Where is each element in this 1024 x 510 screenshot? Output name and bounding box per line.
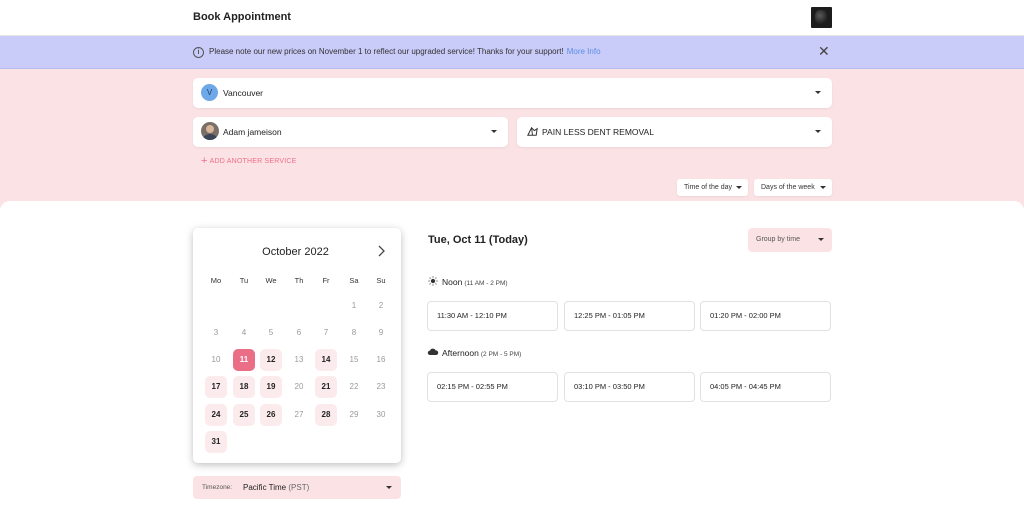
days-of-week-label: Days of the week bbox=[761, 184, 815, 191]
plus-icon: + bbox=[201, 155, 208, 167]
service-icon bbox=[527, 126, 538, 136]
calendar-day-unavailable: 9 bbox=[378, 328, 384, 337]
time-of-day-label: Time of the day bbox=[684, 184, 732, 191]
calendar-day-unavailable: 5 bbox=[268, 328, 274, 337]
period-header-noon: Noon (11 AM - 2 PM) bbox=[427, 276, 508, 287]
weekday-label: Th bbox=[294, 276, 304, 285]
location-initial-icon: V bbox=[201, 84, 218, 101]
chevron-down-icon bbox=[815, 130, 821, 133]
timezone-select[interactable]: Timezone: Pacific Time (PST) bbox=[193, 476, 401, 499]
calendar-day-unavailable: 8 bbox=[351, 328, 357, 337]
time-slot[interactable]: 11:30 AM - 12:10 PM bbox=[427, 301, 558, 331]
close-icon[interactable]: ✕ bbox=[818, 44, 830, 58]
calendar-day-available[interactable]: 25 bbox=[233, 404, 255, 426]
calendar-day-available[interactable]: 24 bbox=[205, 404, 227, 426]
weekday-label: We bbox=[265, 276, 277, 285]
weekday-label: Tu bbox=[239, 276, 249, 285]
chevron-down-icon bbox=[386, 486, 392, 489]
calendar-day-unavailable: 23 bbox=[376, 382, 386, 391]
calendar-day-unavailable: 22 bbox=[349, 382, 359, 391]
calendar-day-available[interactable]: 14 bbox=[315, 349, 337, 371]
calendar-day-selected[interactable]: 11 bbox=[233, 349, 255, 371]
calendar-day-unavailable: 30 bbox=[376, 410, 386, 419]
weekday-label: Fr bbox=[322, 276, 330, 285]
cloud-icon bbox=[427, 348, 439, 355]
days-of-week-filter[interactable]: Days of the week bbox=[754, 179, 832, 196]
calendar-day-available[interactable]: 19 bbox=[260, 376, 282, 398]
service-select[interactable]: PAIN LESS DENT REMOVAL bbox=[517, 117, 832, 147]
staff-avatar bbox=[201, 122, 219, 140]
period-header-afternoon: Afternoon (2 PM - 5 PM) bbox=[427, 347, 521, 358]
time-slot[interactable]: 12:25 PM - 01:05 PM bbox=[564, 301, 695, 331]
calendar-day-unavailable: 4 bbox=[241, 328, 247, 337]
location-value: Vancouver bbox=[223, 88, 264, 98]
calendar-day-unavailable: 20 bbox=[294, 382, 304, 391]
timezone-label: Timezone: bbox=[202, 484, 233, 491]
time-slot[interactable]: 03:10 PM - 03:50 PM bbox=[564, 372, 695, 402]
notice-message: Please note our new prices on November 1… bbox=[209, 47, 601, 56]
calendar-day-unavailable: 13 bbox=[294, 355, 304, 364]
calendar-day-unavailable: 3 bbox=[213, 328, 219, 337]
sun-icon bbox=[428, 276, 438, 286]
calendar-day-unavailable: 2 bbox=[378, 301, 384, 310]
timezone-abbr: (PST) bbox=[288, 483, 310, 492]
time-slot[interactable]: 04:05 PM - 04:45 PM bbox=[700, 372, 831, 402]
calendar-day-available[interactable]: 26 bbox=[260, 404, 282, 426]
time-of-day-filter[interactable]: Time of the day bbox=[677, 179, 748, 196]
chevron-right-icon[interactable] bbox=[374, 244, 388, 258]
more-info-link[interactable]: More Info bbox=[567, 47, 601, 56]
group-by-label: Group by time bbox=[756, 236, 800, 243]
chevron-down-icon bbox=[820, 186, 826, 189]
calendar-day-unavailable: 1 bbox=[351, 301, 357, 310]
timezone-name: Pacific Time bbox=[243, 483, 287, 492]
calendar-day-unavailable: 6 bbox=[296, 328, 302, 337]
period-name: Afternoon bbox=[442, 348, 479, 358]
calendar-day-available[interactable]: 17 bbox=[205, 376, 227, 398]
selected-day-title: Tue, Oct 11 (Today) bbox=[428, 234, 528, 246]
time-slot[interactable]: 02:15 PM - 02:55 PM bbox=[427, 372, 558, 402]
weekday-label: Sa bbox=[349, 276, 359, 285]
page-title: Book Appointment bbox=[193, 11, 291, 23]
chevron-down-icon bbox=[818, 238, 824, 241]
app-header: Book Appointment bbox=[0, 0, 1024, 36]
notice-text: Please note our new prices on November 1… bbox=[209, 47, 564, 56]
staff-select[interactable]: Adam jameison bbox=[193, 117, 508, 147]
calendar-day-available[interactable]: 21 bbox=[315, 376, 337, 398]
chevron-down-icon bbox=[491, 130, 497, 133]
period-name: Noon bbox=[442, 277, 463, 287]
location-select[interactable]: V Vancouver bbox=[193, 78, 832, 108]
calendar-day-available[interactable]: 31 bbox=[205, 431, 227, 453]
weekday-label: Su bbox=[376, 276, 386, 285]
calendar-day-unavailable: 29 bbox=[349, 410, 359, 419]
period-range: (2 PM - 5 PM) bbox=[480, 351, 522, 358]
service-value: PAIN LESS DENT REMOVAL bbox=[542, 127, 654, 137]
calendar-day-unavailable: 10 bbox=[211, 355, 221, 364]
add-service-label: ADD ANOTHER SERVICE bbox=[209, 158, 297, 165]
user-avatar[interactable] bbox=[811, 7, 832, 28]
notice-banner: i Please note our new prices on November… bbox=[0, 36, 1024, 69]
calendar-day-unavailable: 16 bbox=[376, 355, 386, 364]
calendar-day-unavailable: 7 bbox=[323, 328, 329, 337]
chevron-down-icon bbox=[736, 186, 742, 189]
calendar-day-unavailable: 15 bbox=[349, 355, 359, 364]
calendar: October 2022 Mo Tu We Th Fr Sa Su 1 2 3 4 5 6 7 8 9 10 11… bbox=[193, 228, 401, 463]
calendar-day-unavailable: 27 bbox=[294, 410, 304, 419]
calendar-day-available[interactable]: 18 bbox=[233, 376, 255, 398]
calendar-day-available[interactable]: 12 bbox=[260, 349, 282, 371]
group-by-select[interactable]: Group by time bbox=[748, 228, 832, 252]
weekday-label: Mo bbox=[210, 276, 222, 285]
calendar-day-available[interactable]: 28 bbox=[315, 404, 337, 426]
calendar-month-label: October 2022 bbox=[262, 246, 329, 258]
time-slot[interactable]: 01:20 PM - 02:00 PM bbox=[700, 301, 831, 331]
period-range: (11 AM - 2 PM) bbox=[464, 280, 508, 287]
add-another-service-button[interactable]: + ADD ANOTHER SERVICE bbox=[201, 155, 297, 167]
chevron-down-icon bbox=[815, 91, 821, 94]
info-icon: i bbox=[193, 47, 204, 58]
staff-value: Adam jameison bbox=[223, 127, 282, 137]
timezone-value: Pacific Time (PST) bbox=[243, 483, 309, 492]
